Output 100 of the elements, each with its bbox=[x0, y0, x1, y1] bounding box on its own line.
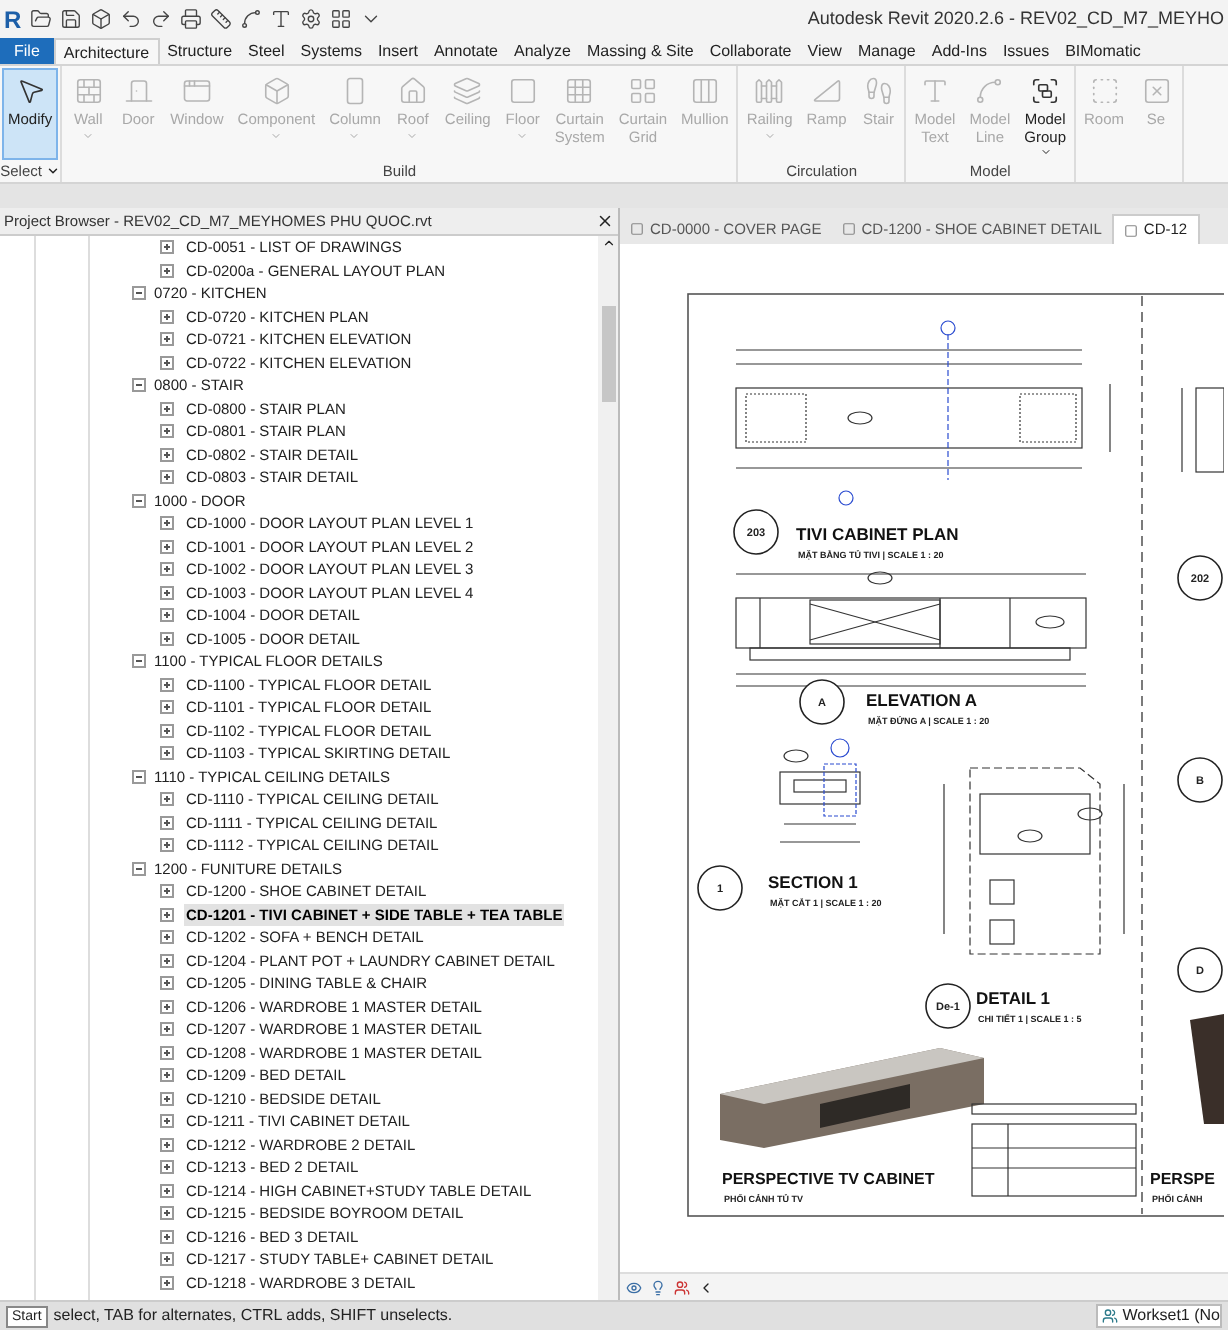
ruler-icon[interactable] bbox=[209, 8, 232, 30]
folder-icon[interactable] bbox=[29, 8, 52, 30]
sheet-icon bbox=[630, 222, 644, 236]
ribbon-tab[interactable]: Structure bbox=[159, 38, 241, 64]
expand-toggle[interactable] bbox=[160, 792, 174, 807]
eye-icon[interactable] bbox=[626, 1279, 642, 1295]
caret-icon bbox=[270, 129, 283, 141]
expand-toggle[interactable] bbox=[160, 815, 174, 830]
expand-toggle[interactable] bbox=[160, 1137, 174, 1152]
caret-icon bbox=[516, 129, 529, 141]
expand-toggle[interactable] bbox=[132, 378, 146, 393]
square-x-icon bbox=[1141, 76, 1172, 106]
ribbon-tab[interactable]: Analyze bbox=[506, 38, 579, 64]
expand-toggle[interactable] bbox=[160, 240, 174, 255]
printer-icon[interactable] bbox=[179, 8, 202, 30]
view-title: DETAIL 1 bbox=[976, 988, 1050, 1008]
ribbon-tab[interactable]: View bbox=[799, 38, 850, 64]
expand-toggle[interactable] bbox=[160, 263, 174, 278]
expand-toggle[interactable] bbox=[160, 930, 174, 945]
caret-icon bbox=[348, 129, 361, 141]
expand-toggle[interactable] bbox=[160, 1068, 174, 1083]
expand-toggle[interactable] bbox=[160, 677, 174, 692]
text-icon[interactable] bbox=[269, 8, 292, 30]
window-icon bbox=[181, 76, 212, 106]
caret-icon[interactable] bbox=[45, 164, 60, 178]
ribbon-tab[interactable]: Annotate bbox=[425, 38, 506, 64]
expand-toggle[interactable] bbox=[160, 585, 174, 600]
collapse-icon[interactable] bbox=[698, 1279, 714, 1295]
room-icon bbox=[1089, 76, 1119, 106]
workset-field[interactable]: Workset1 (No bbox=[1096, 1304, 1222, 1328]
grid-icon bbox=[564, 76, 595, 106]
expand-toggle[interactable] bbox=[160, 976, 174, 991]
expand-toggle[interactable] bbox=[160, 539, 174, 554]
ribbon-tab[interactable]: Massing & Site bbox=[578, 38, 702, 64]
ribbon-tab[interactable]: Steel bbox=[240, 38, 293, 64]
expand-toggle[interactable] bbox=[160, 424, 174, 439]
ribbon-tab[interactable]: File bbox=[0, 38, 54, 64]
expand-toggle[interactable] bbox=[160, 1229, 174, 1244]
expand-toggle[interactable] bbox=[160, 332, 174, 347]
close-icon[interactable] bbox=[596, 212, 614, 230]
expand-toggle[interactable] bbox=[160, 355, 174, 370]
expand-toggle[interactable] bbox=[160, 631, 174, 646]
expand-toggle[interactable] bbox=[132, 769, 146, 784]
view-title: ELEVATION A bbox=[866, 690, 978, 710]
expand-toggle[interactable] bbox=[160, 838, 174, 853]
expand-toggle[interactable] bbox=[160, 953, 174, 968]
expand-toggle[interactable] bbox=[160, 516, 174, 531]
expand-toggle[interactable] bbox=[160, 1183, 174, 1198]
scrollbar[interactable] bbox=[598, 236, 618, 1300]
grid-icon[interactable] bbox=[329, 8, 352, 30]
undo-icon[interactable] bbox=[119, 8, 142, 30]
expand-toggle[interactable] bbox=[160, 1160, 174, 1175]
people-icon[interactable] bbox=[674, 1279, 690, 1295]
ribbon-tab[interactable]: BIMomatic bbox=[1057, 38, 1149, 64]
expand-toggle[interactable] bbox=[160, 309, 174, 324]
expand-toggle[interactable] bbox=[132, 493, 146, 508]
expand-toggle[interactable] bbox=[160, 723, 174, 738]
expand-toggle[interactable] bbox=[160, 907, 174, 922]
settings-icon[interactable] bbox=[299, 8, 322, 30]
ribbon-tab[interactable]: Systems bbox=[292, 38, 370, 64]
scroll-up-icon[interactable] bbox=[601, 236, 615, 250]
ribbon-tab[interactable]: Architecture bbox=[53, 38, 160, 64]
save-icon[interactable] bbox=[59, 8, 82, 30]
expand-toggle[interactable] bbox=[160, 1091, 174, 1106]
caret-icon bbox=[82, 129, 95, 141]
expand-toggle[interactable] bbox=[132, 654, 146, 669]
expand-toggle[interactable] bbox=[160, 1045, 174, 1060]
expand-toggle[interactable] bbox=[160, 999, 174, 1014]
cabinet-section-drawing bbox=[779, 738, 861, 843]
expand-toggle[interactable] bbox=[160, 1022, 174, 1037]
ribbon-tab[interactable]: Issues bbox=[994, 38, 1058, 64]
fence-icon bbox=[754, 76, 785, 106]
layers-icon bbox=[452, 76, 483, 106]
view-title: PERSPE bbox=[1150, 1170, 1215, 1188]
expand-toggle[interactable] bbox=[160, 470, 174, 485]
expand-toggle[interactable] bbox=[160, 401, 174, 416]
expand-toggle[interactable] bbox=[160, 1206, 174, 1221]
app-logo[interactable]: R bbox=[4, 7, 22, 31]
ribbon-tab[interactable]: Collaborate bbox=[701, 38, 800, 64]
expand-toggle[interactable] bbox=[160, 1114, 174, 1129]
expand-toggle[interactable] bbox=[132, 861, 146, 876]
scroll-thumb[interactable] bbox=[601, 306, 615, 402]
caret-icon bbox=[1039, 146, 1052, 158]
expand-toggle[interactable] bbox=[132, 286, 146, 301]
expand-toggle[interactable] bbox=[160, 700, 174, 715]
expand-toggle[interactable] bbox=[160, 1252, 174, 1267]
expand-toggle[interactable] bbox=[160, 1275, 174, 1290]
redo-icon[interactable] bbox=[149, 8, 172, 30]
bulb-icon[interactable] bbox=[650, 1279, 666, 1295]
expand-toggle[interactable] bbox=[160, 884, 174, 899]
expand-toggle[interactable] bbox=[160, 562, 174, 577]
expand-toggle[interactable] bbox=[160, 608, 174, 623]
ribbon-tab[interactable]: Manage bbox=[849, 38, 924, 64]
ribbon-tab[interactable]: Insert bbox=[369, 38, 426, 64]
cube-icon[interactable] bbox=[89, 8, 112, 30]
text-icon bbox=[919, 76, 950, 106]
line-icon[interactable] bbox=[239, 8, 262, 30]
expand-toggle[interactable] bbox=[160, 746, 174, 761]
ribbon-tab[interactable]: Add-Ins bbox=[923, 38, 995, 64]
expand-toggle[interactable] bbox=[160, 447, 174, 462]
